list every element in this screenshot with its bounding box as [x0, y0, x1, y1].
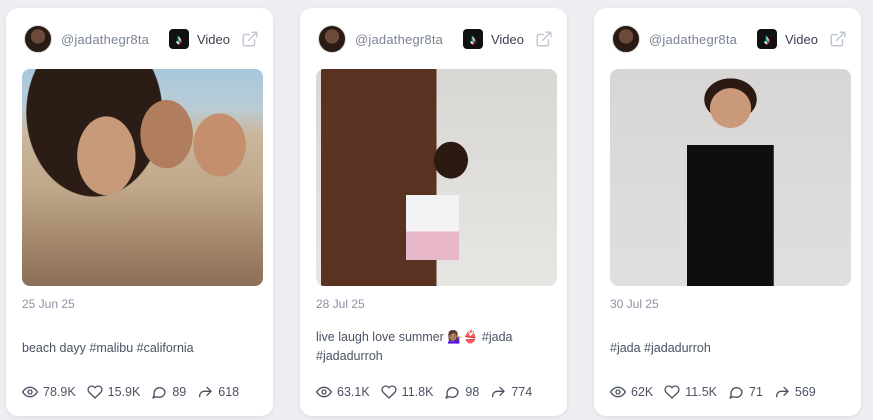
- shares-stat: 774: [490, 384, 532, 400]
- post-thumbnail[interactable]: [22, 69, 263, 286]
- likes-stat: 11.8K: [381, 384, 434, 400]
- share-icon: [492, 386, 505, 398]
- username[interactable]: @jadathegr8ta: [649, 32, 737, 47]
- content-type-label: Video: [784, 31, 818, 47]
- comment-icon: [152, 387, 167, 399]
- content-type-label: Video: [490, 31, 524, 47]
- username[interactable]: @jadathegr8ta: [61, 32, 149, 47]
- post-header: @jadathegr8ta ♪ Video: [612, 24, 847, 54]
- post-stats: 78.9K 15.9K 89 618: [22, 384, 250, 400]
- post-date: 30 Jul 25: [610, 297, 659, 311]
- avatar[interactable]: [612, 25, 640, 53]
- caption-line: #jada #jadadurroh: [610, 341, 711, 355]
- share-icon: [199, 386, 212, 398]
- likes-stat: 15.9K: [87, 384, 141, 400]
- avatar[interactable]: [24, 25, 52, 53]
- heart-icon: [381, 385, 397, 399]
- comments-count: 89: [172, 385, 187, 399]
- username[interactable]: @jadathegr8ta: [355, 32, 443, 47]
- caption-line: #jadadurroh: [316, 349, 383, 363]
- post-card[interactable]: @jadathegr8ta ♪ Video 30 Jul 25 #jada #j…: [594, 8, 861, 416]
- post-date: 28 Jul 25: [316, 297, 365, 311]
- shares-stat: 618: [197, 384, 239, 400]
- eye-icon: [22, 386, 38, 398]
- content-type-label: Video: [196, 31, 230, 47]
- comments-stat: 71: [728, 384, 763, 400]
- views-stat: 78.9K: [22, 384, 76, 400]
- tiktok-icon: ♪: [756, 29, 777, 49]
- shares-count: 774: [511, 385, 533, 399]
- views-stat: 63.1K: [316, 384, 370, 400]
- platform-badge: ♪ Video: [462, 29, 553, 49]
- views-count: 63.1K: [337, 385, 370, 399]
- share-icon: [775, 386, 789, 398]
- views-count: 62K: [631, 385, 654, 399]
- platform-badge: ♪ Video: [756, 29, 847, 49]
- post-caption: beach dayy #malibu #california: [22, 339, 262, 358]
- eye-icon: [316, 386, 332, 398]
- tiktok-icon: ♪: [462, 29, 483, 49]
- comments-stat: 98: [444, 384, 479, 400]
- post-card[interactable]: @jadathegr8ta ♪ Video 25 Jun 25 beach da…: [6, 8, 273, 416]
- comment-icon: [729, 387, 743, 399]
- shares-count: 618: [218, 385, 240, 399]
- caption-line: live laugh love summer 💁🏽‍♀️👙 #jada: [316, 330, 513, 344]
- likes-count: 11.5K: [685, 385, 717, 399]
- post-caption: live laugh love summer 💁🏽‍♀️👙 #jada #jad…: [316, 328, 556, 366]
- tiktok-icon: ♪: [168, 29, 189, 49]
- post-stats: 63.1K 11.8K 98 774: [316, 384, 543, 400]
- likes-stat: 11.5K: [664, 384, 717, 400]
- caption-line: beach dayy #malibu #california: [22, 341, 194, 355]
- shares-stat: 569: [774, 384, 816, 400]
- views-count: 78.9K: [43, 385, 76, 399]
- post-caption: #jada #jadadurroh: [610, 339, 850, 358]
- post-thumbnail[interactable]: [610, 69, 851, 286]
- post-header: @jadathegr8ta ♪ Video: [318, 24, 553, 54]
- likes-count: 15.9K: [107, 385, 141, 399]
- heart-icon: [87, 385, 103, 399]
- comments-stat: 89: [151, 384, 186, 400]
- external-link-icon[interactable]: [241, 30, 259, 48]
- platform-badge: ♪ Video: [168, 29, 259, 49]
- post-header: @jadathegr8ta ♪ Video: [24, 24, 259, 54]
- comments-count: 71: [749, 385, 763, 399]
- post-card[interactable]: @jadathegr8ta ♪ Video 28 Jul 25 live lau…: [300, 8, 567, 416]
- external-link-icon[interactable]: [829, 30, 847, 48]
- post-date: 25 Jun 25: [22, 297, 75, 311]
- avatar[interactable]: [318, 25, 346, 53]
- eye-icon: [610, 386, 626, 398]
- shares-count: 569: [794, 385, 816, 399]
- comments-count: 98: [465, 385, 480, 399]
- comment-icon: [445, 387, 460, 399]
- external-link-icon[interactable]: [535, 30, 553, 48]
- post-stats: 62K 11.5K 71 569: [610, 384, 827, 400]
- post-thumbnail[interactable]: [316, 69, 557, 286]
- likes-count: 11.8K: [401, 385, 434, 399]
- views-stat: 62K: [610, 384, 653, 400]
- heart-icon: [664, 385, 680, 399]
